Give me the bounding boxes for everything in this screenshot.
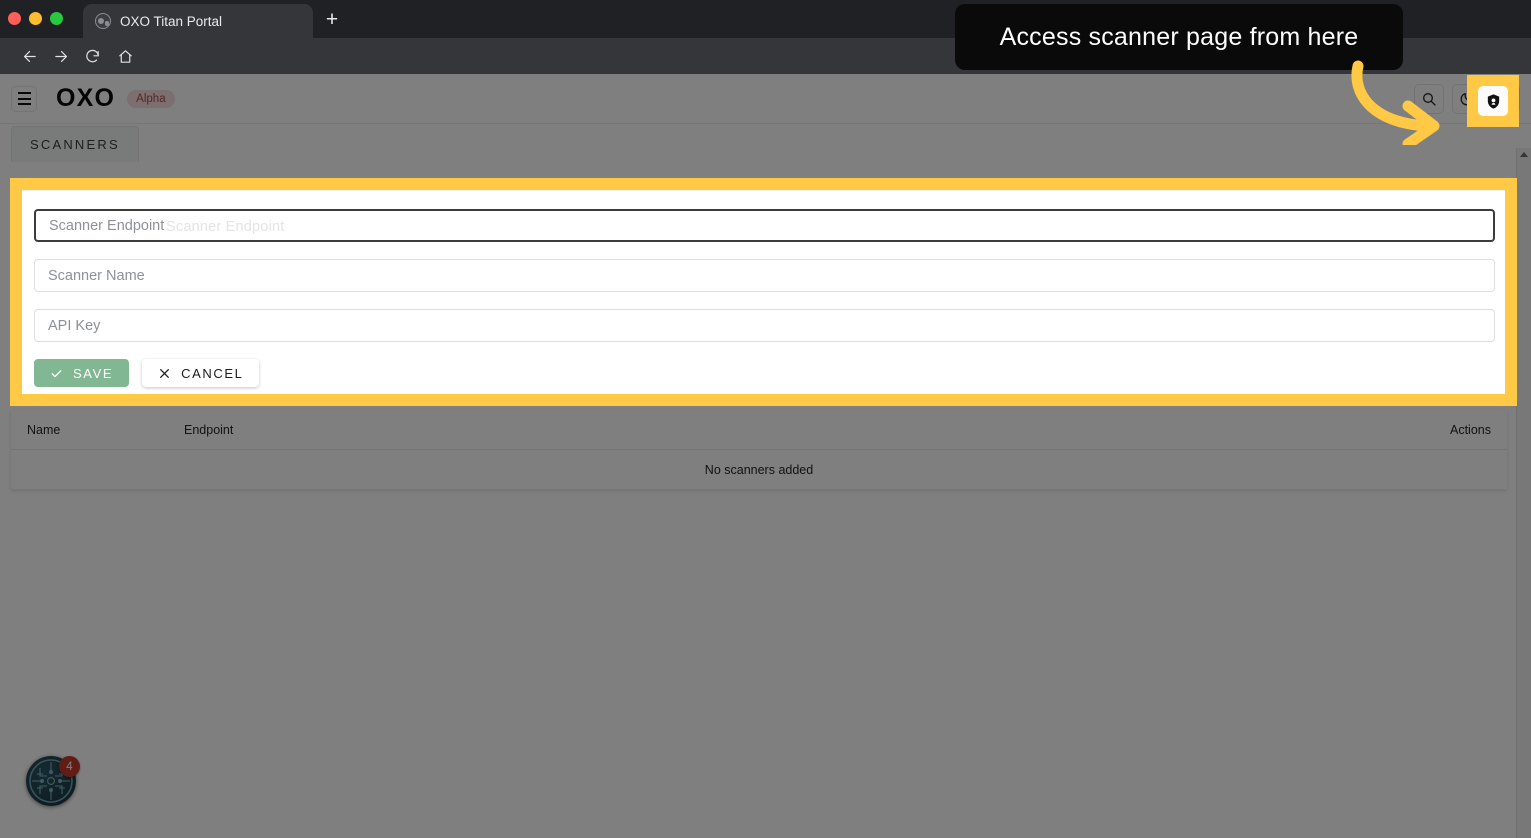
cancel-button[interactable]: CANCEL — [142, 359, 260, 387]
column-header-actions: Actions — [1450, 422, 1491, 437]
scanner-name-field[interactable]: Scanner Name — [34, 259, 1495, 292]
back-icon[interactable] — [17, 44, 41, 68]
chip-badge-count: 4 — [59, 756, 80, 777]
check-icon — [51, 369, 62, 377]
column-header-name: Name — [27, 422, 61, 437]
scanner-name-placeholder: Scanner Name — [48, 267, 145, 284]
close-icon — [160, 368, 170, 378]
save-button[interactable]: SAVE — [34, 359, 130, 387]
chip-widget[interactable]: 4 — [26, 756, 80, 810]
tooltip-pointer-arrow-icon — [1351, 60, 1440, 145]
hamburger-menu-icon[interactable] — [11, 85, 37, 112]
scrollbar-up-arrow-icon[interactable] — [1520, 152, 1528, 157]
scanners-table: Name Endpoint Actions No scanners added — [11, 410, 1507, 490]
scanners-table-empty-row: No scanners added — [11, 450, 1507, 490]
scanner-endpoint-field[interactable]: Scanner Endpoint Scanner Endpoint — [34, 209, 1495, 242]
browser-tab-title: OXO Titan Portal — [120, 13, 223, 29]
column-header-endpoint: Endpoint — [184, 422, 234, 437]
screenshot-root: OXO Titan Portal + localhost:3000 — [0, 0, 1531, 838]
minimize-window-button[interactable] — [29, 12, 42, 25]
globe-icon — [95, 13, 111, 29]
scanner-endpoint-ghost-label: Scanner Endpoint — [166, 219, 285, 235]
page-scrollbar[interactable] — [1516, 148, 1531, 838]
api-key-placeholder: API Key — [48, 317, 101, 334]
sidebar-item-scanners[interactable]: SCANNERS — [11, 126, 139, 162]
close-window-button[interactable] — [8, 12, 21, 25]
forward-icon[interactable] — [49, 44, 73, 68]
scanner-endpoint-placeholder: Scanner Endpoint — [49, 217, 165, 234]
maximize-window-button[interactable] — [50, 12, 63, 25]
app-header: OXO Alpha — [0, 74, 1531, 124]
browser-tab-active[interactable]: OXO Titan Portal — [83, 4, 313, 38]
form-button-row: SAVE CANCEL — [34, 359, 1493, 387]
app-brand-logo: OXO — [56, 84, 116, 112]
alpha-badge: Alpha — [127, 89, 175, 108]
window-traffic-lights — [8, 12, 63, 25]
cancel-button-label: CANCEL — [181, 365, 244, 381]
new-tab-button[interactable]: + — [318, 8, 346, 34]
reload-icon[interactable] — [80, 44, 104, 68]
scanner-form-card-highlight: Scanner Endpoint Scanner Endpoint Scanne… — [10, 178, 1517, 406]
scanner-form-card: Scanner Endpoint Scanner Endpoint Scanne… — [22, 190, 1505, 394]
app-tabs-row: SCANNERS — [0, 124, 1531, 166]
home-icon[interactable] — [113, 44, 137, 68]
save-button-label: SAVE — [73, 365, 114, 381]
scanners-table-header: Name Endpoint Actions — [11, 410, 1507, 450]
api-key-field[interactable]: API Key — [34, 309, 1495, 342]
